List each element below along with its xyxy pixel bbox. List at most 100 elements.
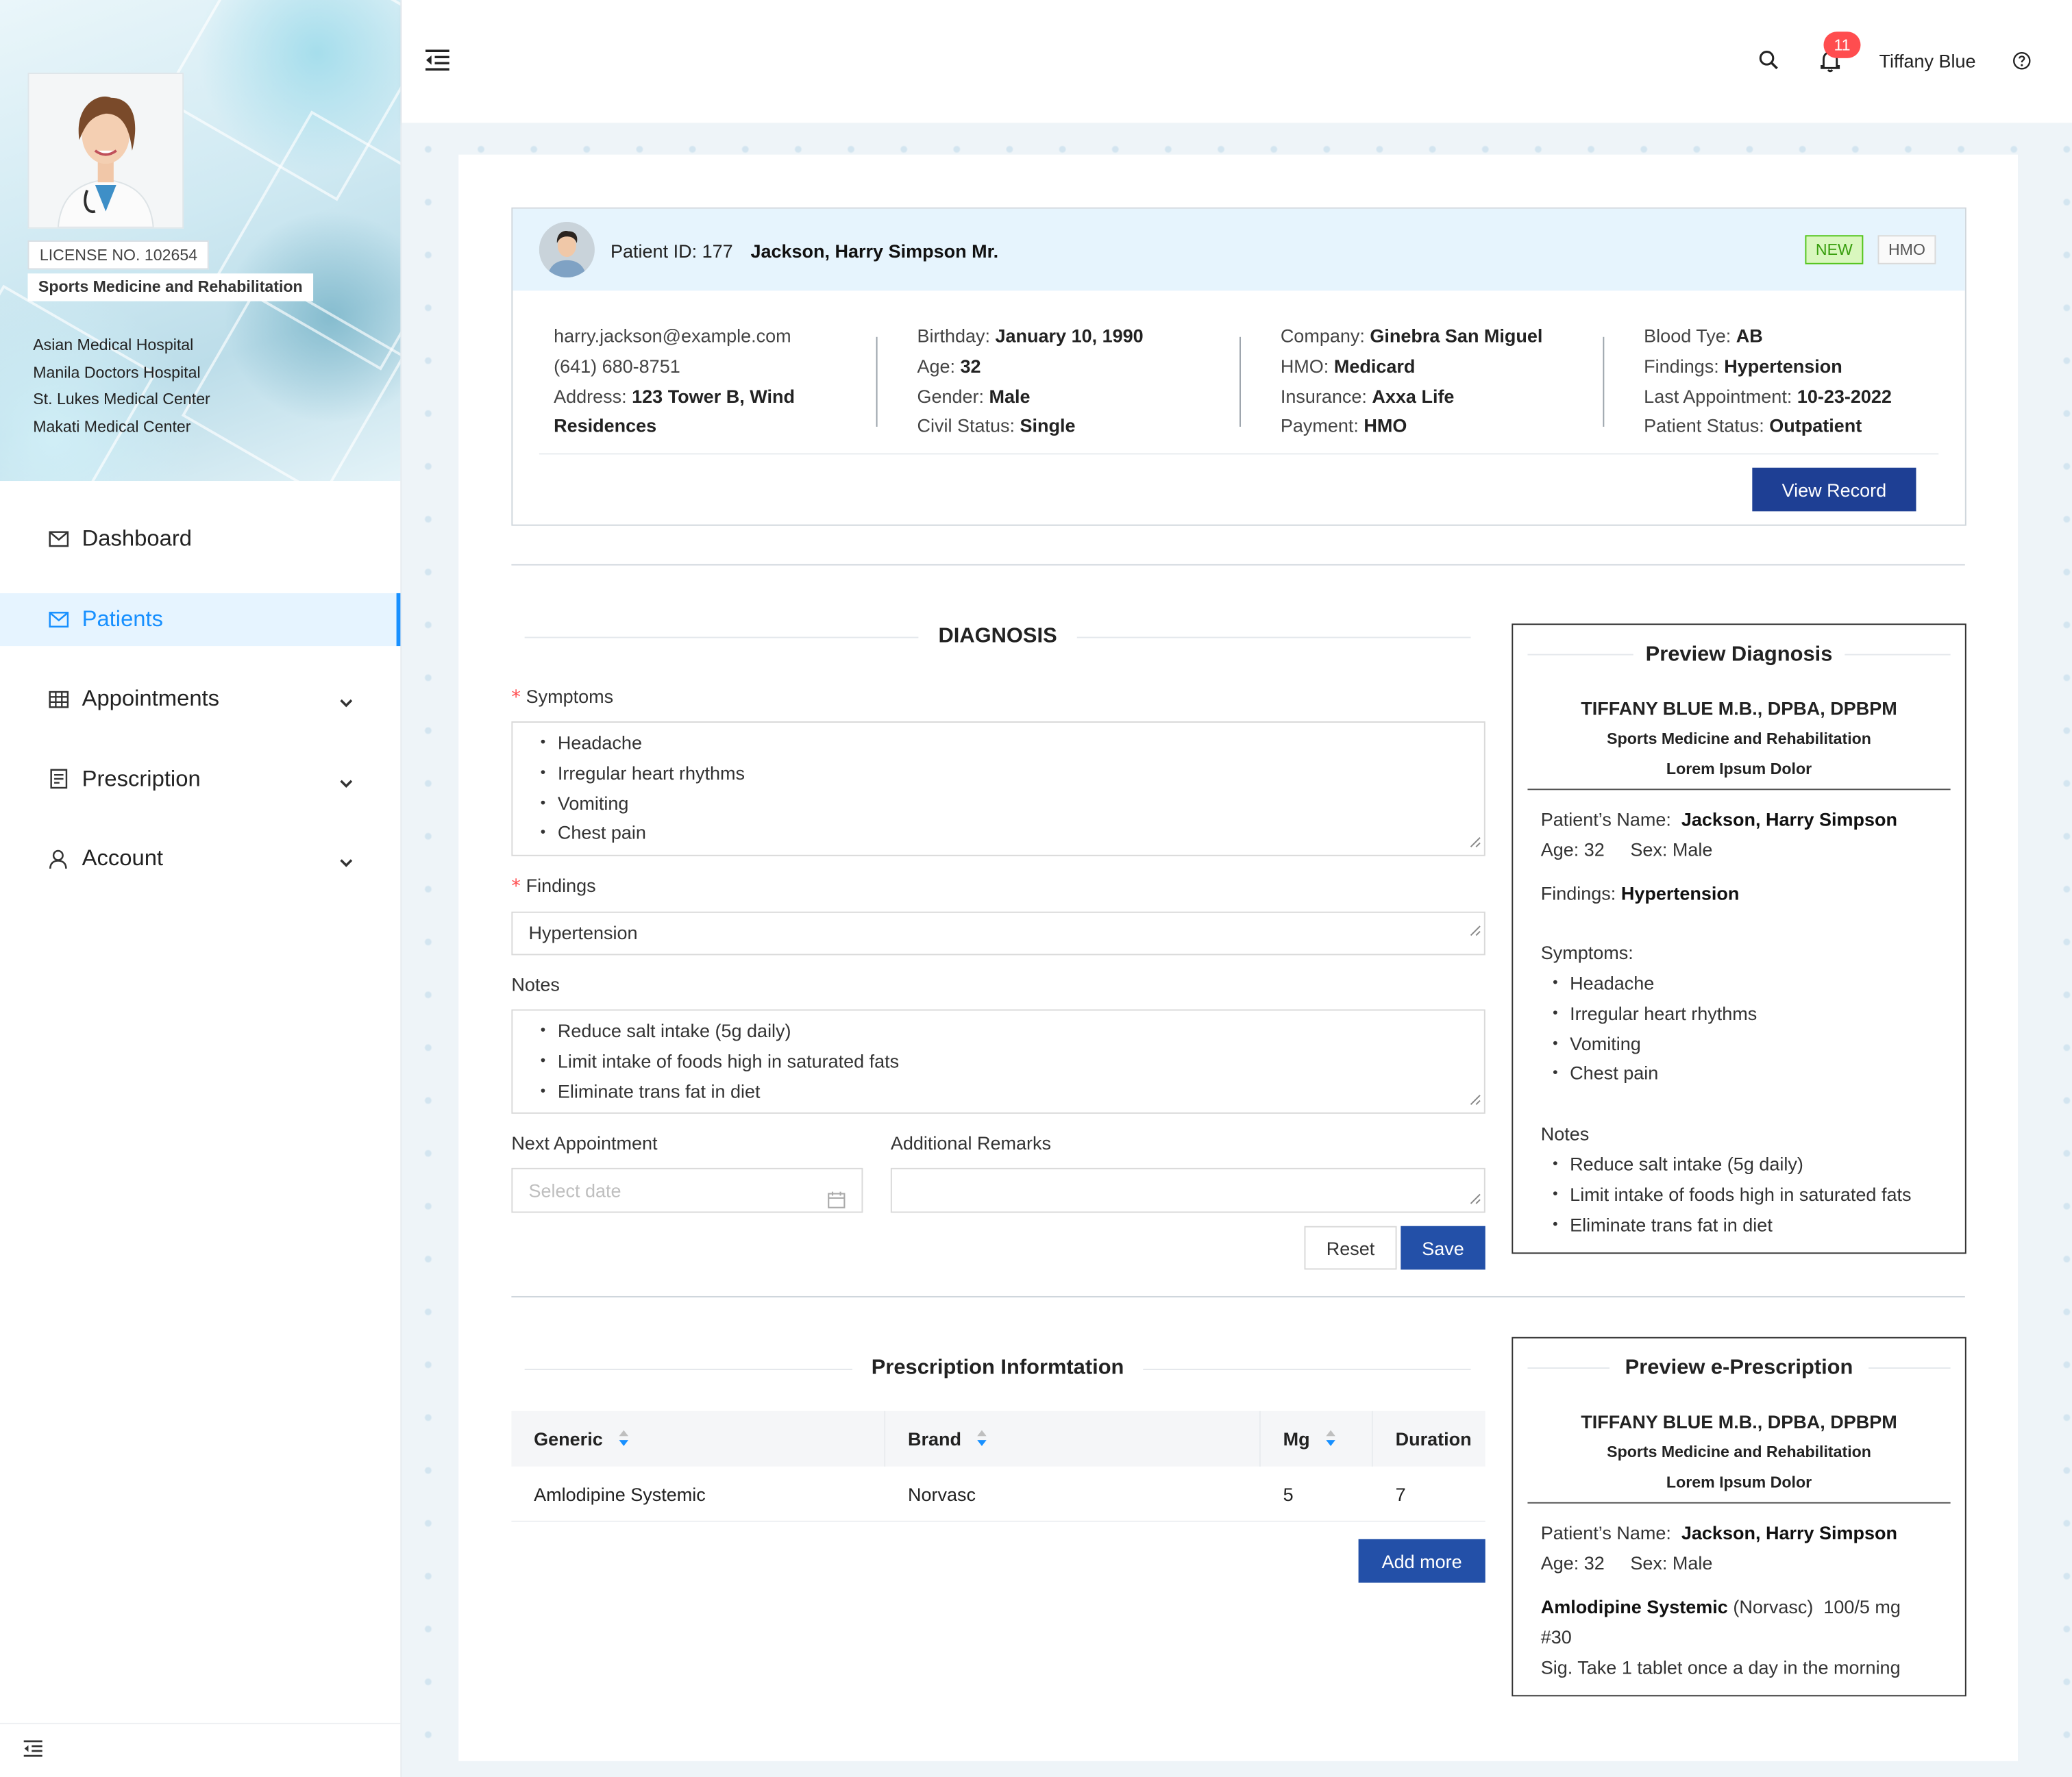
sidebar-item-label: Prescription <box>82 765 201 791</box>
patient-card-header: Patient ID: 177 Jackson, Harry Simpson M… <box>513 208 1965 291</box>
symptoms-textarea[interactable]: Headache Irregular heart rhythms Vomitin… <box>511 721 1485 856</box>
sidebar-footer <box>0 1722 401 1777</box>
patient-id: Patient ID: 177 <box>610 240 733 262</box>
patient-birthday: Birthday: January 10, 1990 <box>917 325 1144 347</box>
notification-badge: 11 <box>1823 32 1861 58</box>
column-header-duration[interactable]: Duration <box>1396 1411 1472 1467</box>
doctor-specialty: Sports Medicine and Rehabilitation <box>1607 729 1871 748</box>
cell-duration: 7 <box>1395 1483 1406 1505</box>
sidebar-nav: Dashboard Patients Appointments Prescrip… <box>0 512 401 912</box>
symptom-item: Chest pain <box>541 819 1484 849</box>
findings-label: * Findings <box>511 874 596 897</box>
next-appointment-date-picker[interactable]: Select date <box>511 1167 863 1213</box>
sidebar: LICENSE NO. 102654 Sports Medicine and R… <box>0 0 402 1777</box>
patient-civil-status: Civil Status: Single <box>917 415 1076 437</box>
search-icon[interactable] <box>1759 50 1779 77</box>
resize-handle-icon[interactable] <box>1470 831 1481 852</box>
symptom-item: Irregular heart rhythms <box>541 758 1484 788</box>
preview-symptoms-list: Headache Irregular heart rhythms Vomitin… <box>1541 969 1757 1089</box>
table-icon <box>47 688 69 710</box>
patient-age: Age: 32 <box>917 355 981 377</box>
symptom-item: Chest pain <box>1553 1059 1757 1089</box>
chevron-down-icon[interactable] <box>340 688 353 715</box>
sidebar-item-account[interactable]: Account <box>0 832 400 885</box>
patient-email: harry.jackson@example.com <box>554 325 791 347</box>
patient-last-appointment: Last Appointment: 10-23-2022 <box>1644 385 1892 407</box>
doctor-name: TIFFANY BLUE M.B., DPBA, DPBPM <box>1581 1411 1897 1432</box>
table-row[interactable]: Amlodipine Systemic Norvasc 5 7 <box>511 1467 1485 1522</box>
top-bar: 11 Tiffany Blue <box>402 0 2072 123</box>
column-header-mg[interactable]: Mg <box>1283 1411 1336 1469</box>
note-item: Eliminate trans fat in diet <box>1553 1210 1911 1240</box>
note-item: Limit intake of foods high in saturated … <box>541 1046 1484 1076</box>
symptom-item: Vomiting <box>1553 1029 1757 1059</box>
view-record-button[interactable]: View Record <box>1752 467 1916 512</box>
user-name[interactable]: Tiffany Blue <box>1879 50 1975 71</box>
contact-column: harry.jackson@example.com (641) 680-8751… <box>554 321 891 442</box>
status-badge: HMO <box>1877 235 1936 264</box>
note-item: Eliminate trans fat in diet <box>541 1076 1484 1106</box>
chevron-down-icon[interactable] <box>340 768 353 795</box>
patient-payment: Payment: HMO <box>1280 415 1407 437</box>
patient-address-line2: Residences <box>554 415 657 437</box>
sort-icon[interactable] <box>977 1413 987 1468</box>
add-more-button[interactable]: Add more <box>1358 1539 1485 1583</box>
patient-phone: (641) 680-8751 <box>554 355 680 377</box>
menu-fold-icon[interactable] <box>424 49 451 77</box>
insurance-column: Company: Ginebra San Miguel HMO: Medicar… <box>1281 321 1618 442</box>
patient-gender: Gender: Male <box>917 385 1031 407</box>
notes-label: Notes <box>511 973 560 995</box>
cell-mg: 5 <box>1283 1483 1294 1505</box>
patient-company: Company: Ginebra San Miguel <box>1280 325 1543 347</box>
findings-value: Hypertension <box>528 922 638 944</box>
sort-icon[interactable] <box>1326 1413 1336 1468</box>
doctor-name: TIFFANY BLUE M.B., DPBA, DPBPM <box>1581 697 1897 719</box>
column-header-generic[interactable]: Generic <box>534 1411 629 1469</box>
hospital-item: St. Lukes Medical Center <box>33 390 210 409</box>
patient-name: Jackson, Harry Simpson Mr. <box>750 240 999 262</box>
preview-prescription-panel: Preview e-Prescription TIFFANY BLUE M.B.… <box>1512 1337 1966 1697</box>
notes-textarea[interactable]: Reduce salt intake (5g daily) Limit inta… <box>511 1009 1485 1114</box>
doctor-subtitle: Lorem Ipsum Dolor <box>1666 759 1812 778</box>
column-header-brand[interactable]: Brand <box>908 1411 987 1469</box>
date-placeholder: Select date <box>528 1180 621 1202</box>
additional-remarks-label: Additional Remarks <box>890 1132 1051 1154</box>
findings-input[interactable]: Hypertension <box>511 910 1485 956</box>
doctor-specialty: Sports Medicine and Rehabilitation <box>27 273 314 301</box>
symptom-item: Headache <box>1553 969 1757 999</box>
resize-handle-icon[interactable] <box>1470 910 1481 952</box>
help-icon[interactable] <box>2012 51 2031 77</box>
hospital-item: Makati Medical Center <box>33 417 191 436</box>
menu-fold-icon[interactable] <box>23 1740 44 1764</box>
reset-button[interactable]: Reset <box>1304 1226 1397 1270</box>
patient-insurance: Insurance: Axxa Life <box>1280 385 1455 407</box>
hospital-item: Manila Doctors Hospital <box>33 362 201 382</box>
sidebar-item-prescription[interactable]: Prescription <box>0 752 400 805</box>
sidebar-item-label: Account <box>82 845 164 871</box>
save-button[interactable]: Save <box>1401 1226 1485 1270</box>
resize-handle-icon[interactable] <box>1470 1089 1481 1110</box>
hospital-list: Asian Medical Hospital Manila Doctors Ho… <box>33 332 210 441</box>
preview-patient-info: Patient’s Name: Jackson, Harry Simpson A… <box>1540 1521 1898 1574</box>
mail-icon <box>47 608 69 630</box>
preview-notes-list: Reduce salt intake (5g daily) Limit inta… <box>1541 1150 1911 1240</box>
resize-handle-icon[interactable] <box>1470 1188 1481 1209</box>
sidebar-item-appointments[interactable]: Appointments <box>0 673 400 725</box>
additional-remarks-input[interactable] <box>890 1167 1485 1213</box>
sort-icon[interactable] <box>619 1413 629 1468</box>
doctor-profile-banner: LICENSE NO. 102654 Sports Medicine and R… <box>0 0 401 482</box>
patient-findings: Findings: Hypertension <box>1644 355 1842 377</box>
next-appointment-label: Next Appointment <box>511 1132 658 1154</box>
patient-avatar <box>539 222 595 278</box>
sidebar-item-patients[interactable]: Patients <box>0 592 401 646</box>
note-item: Limit intake of foods high in saturated … <box>1553 1180 1911 1210</box>
preview-diagnosis-panel: Preview Diagnosis TIFFANY BLUE M.B., DPB… <box>1512 623 1966 1254</box>
preview-symptoms-label: Symptoms: <box>1540 942 1633 963</box>
doctor-subtitle: Lorem Ipsum Dolor <box>1666 1473 1812 1492</box>
sidebar-item-dashboard[interactable]: Dashboard <box>0 512 400 565</box>
preview-findings: Findings: Hypertension <box>1540 882 1740 904</box>
patient-hmo: HMO: Medicard <box>1280 355 1416 377</box>
doctor-specialty: Sports Medicine and Rehabilitation <box>1607 1443 1871 1462</box>
chevron-down-icon[interactable] <box>340 848 353 875</box>
main-content: Patient ID: 177 Jackson, Harry Simpson M… <box>458 154 2018 1761</box>
